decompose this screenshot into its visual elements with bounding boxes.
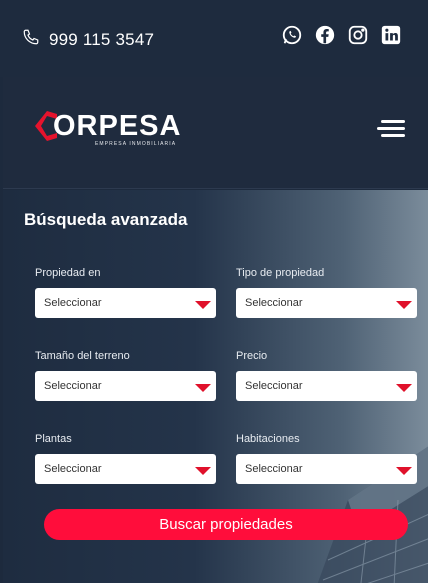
logo-tagline: EMPRESA INMOBILIARIA — [95, 141, 177, 147]
logo-wordmark: ORPESA — [53, 110, 182, 142]
field-habitaciones: Habitaciones Seleccionar — [236, 433, 417, 484]
field-label: Propiedad en — [35, 267, 101, 279]
site-header: ORPESA EMPRESA INMOBILIARIA — [3, 77, 428, 189]
field-label: Tamaño del terreno — [35, 350, 130, 362]
social-links — [281, 24, 402, 46]
tamano-del-terreno-select[interactable]: Seleccionar — [35, 371, 216, 401]
hamburger-menu-icon[interactable] — [377, 120, 405, 142]
facebook-icon[interactable] — [314, 24, 336, 46]
select-value: Seleccionar — [245, 297, 303, 309]
field-label: Habitaciones — [236, 433, 300, 445]
plantas-select[interactable]: Seleccionar — [35, 454, 216, 484]
search-properties-button[interactable]: Buscar propiedades — [44, 509, 408, 540]
field-plantas: Plantas Seleccionar — [35, 433, 216, 484]
caret-down-icon — [396, 384, 412, 392]
caret-down-icon — [396, 301, 412, 309]
field-propiedad-en: Propiedad en Seleccionar — [35, 267, 216, 318]
field-tamano-del-terreno: Tamaño del terreno Seleccionar — [35, 350, 216, 401]
field-tipo-de-propiedad: Tipo de propiedad Seleccionar — [236, 267, 417, 318]
caret-down-icon — [195, 301, 211, 309]
field-precio: Precio Seleccionar — [236, 350, 417, 401]
instagram-icon[interactable] — [347, 24, 369, 46]
phone-number: 999 115 3547 — [49, 29, 155, 49]
select-value: Seleccionar — [245, 380, 303, 392]
field-label: Plantas — [35, 433, 72, 445]
propiedad-en-select[interactable]: Seleccionar — [35, 288, 216, 318]
caret-down-icon — [195, 384, 211, 392]
phone-icon — [22, 28, 40, 51]
select-value: Seleccionar — [44, 463, 102, 475]
advanced-search-section: Búsqueda avanzada Propiedad en Seleccion… — [3, 190, 428, 583]
whatsapp-icon[interactable] — [281, 24, 303, 46]
tipo-de-propiedad-select[interactable]: Seleccionar — [236, 288, 417, 318]
search-title: Búsqueda avanzada — [24, 210, 188, 229]
field-label: Tipo de propiedad — [236, 267, 325, 279]
habitaciones-select[interactable]: Seleccionar — [236, 454, 417, 484]
phone-link[interactable]: 999 115 3547 — [22, 28, 154, 51]
logo[interactable]: ORPESA EMPRESA INMOBILIARIA — [35, 110, 180, 150]
select-value: Seleccionar — [245, 463, 303, 475]
precio-select[interactable]: Seleccionar — [236, 371, 417, 401]
select-value: Seleccionar — [44, 380, 102, 392]
caret-down-icon — [396, 467, 412, 475]
linkedin-icon[interactable] — [380, 24, 402, 46]
field-label: Precio — [236, 350, 268, 362]
caret-down-icon — [195, 467, 211, 475]
select-value: Seleccionar — [44, 297, 102, 309]
top-bar: 999 115 3547 — [0, 0, 428, 77]
